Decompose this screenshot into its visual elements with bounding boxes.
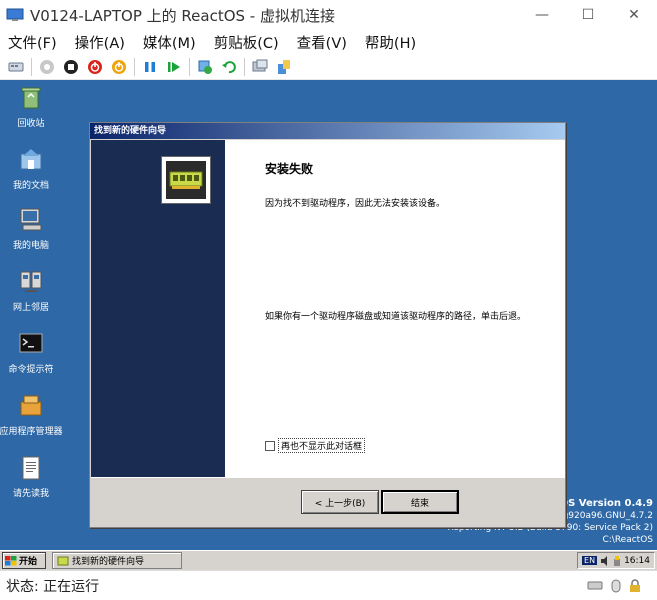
start-vm-icon[interactable]	[38, 58, 56, 76]
desktop-icon-label: 网上邻居	[12, 303, 49, 313]
menu-media[interactable]: 媒体(M)	[143, 32, 196, 53]
toolbar-separator	[244, 57, 245, 76]
menu-view[interactable]: 查看(V)	[297, 32, 347, 53]
desktop-icon-label: 应用程序管理器	[0, 427, 63, 437]
minimize-button[interactable]: —	[519, 0, 565, 30]
share-icon[interactable]	[275, 58, 293, 76]
maximize-button[interactable]: ☐	[565, 0, 611, 30]
checkpoint-icon[interactable]	[196, 58, 214, 76]
language-indicator[interactable]: EN	[582, 556, 598, 565]
turn-off-icon[interactable]	[62, 58, 80, 76]
window-title: V0124-LAPTOP 上的 ReactOS - 虚拟机连接	[30, 6, 335, 25]
volume-icon[interactable]	[600, 555, 610, 566]
desktop-icon-label: 请先读我	[12, 489, 49, 499]
clock: 16:14	[624, 555, 650, 566]
recycle-bin-icon	[21, 87, 41, 109]
status-bar: 状态: 正在运行	[0, 570, 657, 600]
desktop-icon-label: 我的电脑	[12, 241, 49, 251]
close-button[interactable]: ✕	[611, 0, 657, 30]
status-text: 状态: 正在运行	[6, 578, 100, 595]
resume-icon[interactable]	[165, 58, 183, 76]
desktop-icon-recycle-bin[interactable]: 回收站	[0, 84, 66, 130]
desktop-icon-network[interactable]: 网上邻居	[0, 268, 66, 314]
guest-taskbar: 开始 找到新的硬件向导 EN 16:14	[0, 550, 657, 570]
menu-help[interactable]: 帮助(H)	[365, 32, 416, 53]
taskbar-item-label: 找到新的硬件向导	[72, 557, 145, 567]
wizard-message-failed: 因为找不到驱动程序，因此无法安装该设备。	[265, 199, 446, 209]
desktop-icon-label: 我的文档	[12, 181, 49, 191]
vm-connect-icon	[6, 8, 24, 21]
dialog-caption: 找到新的硬件向导	[90, 123, 565, 139]
lock-icon	[630, 579, 640, 592]
new-hardware-wizard-dialog: 找到新的硬件向导 安装失败 因为找不到驱动程序，因此无法安装该设备。 如果你有一…	[89, 122, 566, 528]
pause-icon[interactable]	[141, 58, 159, 76]
enhanced-session-icon[interactable]	[251, 58, 269, 76]
shutdown-icon[interactable]	[86, 58, 104, 76]
taskbar-item-wizard[interactable]: 找到新的硬件向导	[52, 552, 182, 569]
toolbar	[0, 54, 657, 80]
my-computer-icon	[20, 208, 42, 231]
save-state-icon[interactable]	[110, 58, 128, 76]
dont-show-again-row[interactable]: 再也不显示此对话框	[265, 438, 366, 453]
mouse-icon	[611, 579, 621, 593]
menu-action[interactable]: 操作(A)	[75, 32, 125, 53]
desktop-icon-my-documents[interactable]: 我的文档	[0, 146, 66, 192]
guest-desktop[interactable]: 回收站 我的文档 我的电脑 网上邻居 命令提示符 应用程序管理器 请先读我 Re…	[0, 80, 657, 570]
toolbar-separator	[31, 57, 32, 76]
window-titlebar: V0124-LAPTOP 上的 ReactOS - 虚拟机连接 — ☐ ✕	[0, 0, 657, 30]
wizard-button-area: < 上一步(B) 结束	[91, 477, 565, 527]
app-manager-icon	[20, 395, 42, 416]
system-tray: EN 16:14	[577, 552, 655, 569]
wizard-heading: 安装失败	[265, 162, 314, 176]
desktop-icon-app-manager[interactable]: 应用程序管理器	[0, 392, 66, 438]
desktop-icon-readme[interactable]: 请先读我	[0, 454, 66, 500]
dont-show-again-label[interactable]: 再也不显示此对话框	[278, 438, 366, 453]
menu-bar: 文件(F) 操作(A) 媒体(M) 剪贴板(C) 查看(V) 帮助(H)	[0, 30, 657, 54]
menu-file[interactable]: 文件(F)	[8, 32, 57, 53]
back-button[interactable]: < 上一步(B)	[301, 490, 379, 514]
hardware-card-icon	[169, 171, 203, 189]
readme-document-icon	[22, 456, 40, 480]
desktop-icon-my-computer[interactable]: 我的电脑	[0, 206, 66, 252]
wizard-side-panel	[91, 140, 225, 477]
desktop-icon-label: 回收站	[17, 119, 45, 129]
ctrl-alt-del-icon[interactable]	[7, 58, 25, 76]
wizard-task-icon	[57, 556, 69, 565]
hardware-image-frame	[161, 156, 211, 204]
network-places-icon	[20, 271, 42, 292]
menu-clipboard[interactable]: 剪贴板(C)	[214, 32, 279, 53]
os-path-line: C:\ReactOS	[602, 535, 653, 545]
wizard-content: 安装失败 因为找不到驱动程序，因此无法安装该设备。 如果你有一个驱动程序磁盘或知…	[225, 140, 565, 477]
toolbar-separator	[189, 57, 190, 76]
finish-button[interactable]: 结束	[381, 490, 459, 514]
start-label: 开始	[19, 557, 38, 567]
desktop-icon-command-prompt[interactable]: 命令提示符	[0, 330, 66, 376]
wizard-message-hint: 如果你有一个驱动程序磁盘或知道该驱动程序的路径，单击后退。	[265, 312, 527, 322]
desktop-icon-label: 命令提示符	[8, 365, 54, 375]
keyboard-icon	[587, 581, 603, 590]
toolbar-separator	[134, 57, 135, 76]
revert-icon[interactable]	[220, 58, 238, 76]
command-prompt-icon	[19, 333, 43, 353]
my-documents-icon	[20, 149, 42, 170]
reactos-logo-icon	[5, 555, 17, 565]
start-button[interactable]: 开始	[2, 552, 46, 569]
usb-safely-remove-icon[interactable]	[613, 555, 621, 566]
dont-show-again-checkbox[interactable]	[265, 440, 275, 451]
